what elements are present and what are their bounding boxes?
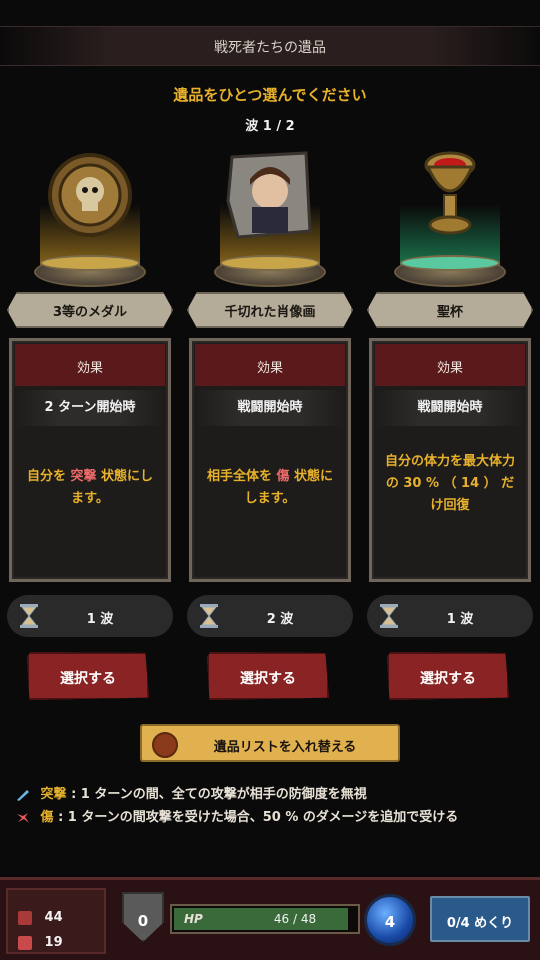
effect-description: 自分を 突撃 状態にします。	[24, 466, 156, 510]
glossary-term: 傷	[40, 810, 54, 825]
skull-medal-icon	[30, 145, 150, 287]
effect-trigger: 戦闘開始時	[195, 390, 345, 426]
page-title: 戦死者たちの遺品	[214, 40, 326, 56]
refresh-icon	[152, 732, 178, 758]
mana-value: 4	[384, 913, 396, 931]
hourglass-icon	[20, 604, 38, 628]
hp-bar: HP 46 / 48	[170, 904, 360, 934]
desc-pre: 自分を	[26, 469, 66, 484]
select-label: 選択する	[240, 671, 296, 687]
effect-trigger: 戦闘開始時	[375, 390, 525, 426]
wound-icon	[17, 812, 29, 823]
shield-value: 0	[137, 912, 149, 930]
duration-text: 2 波	[266, 612, 294, 627]
relic-name: 千切れた肖像画	[224, 305, 316, 320]
relic-column-2: 千切れた肖像画 効果 戦闘開始時 相手全体を 傷 状態にします。 2 波 選択す…	[185, 140, 355, 710]
attack-stat: 44	[18, 910, 63, 925]
effect-header: 効果	[375, 344, 525, 386]
hourglass-icon	[380, 604, 398, 628]
desc-pre: 相手全体を	[206, 469, 272, 484]
instruction-text: 遺品をひとつ選んでください	[173, 86, 367, 104]
duration-pill: 1 波	[367, 595, 533, 637]
desc-pre: 自分の体力を最大体力の 30 % （ 14 ） だけ回復	[384, 454, 515, 513]
relic-column-3: 聖杯 効果 戦闘開始時 自分の体力を最大体力の 30 % （ 14 ） だけ回復…	[365, 140, 535, 710]
defense-value: 19	[44, 935, 63, 950]
select-label: 選択する	[420, 671, 476, 687]
glossary-entry: 突撃 : 1 ターンの間、全ての攻撃が相手の防御度を無視	[16, 783, 367, 802]
glossary-text: : 1 ターンの間、全ての攻撃が相手の防御度を無視	[71, 787, 367, 802]
glossary-entry: 傷 : 1 ターンの間攻撃を受けた場合、50 % のダメージを追加で受ける	[16, 806, 458, 825]
select-button[interactable]: 選択する	[27, 652, 149, 700]
hp-label: HP	[184, 912, 203, 926]
hourglass-icon	[200, 604, 218, 628]
effect-label: 効果	[256, 361, 283, 376]
deck-flip-button[interactable]: 0/4 めくり	[430, 896, 530, 942]
effect-description: 自分の体力を最大体力の 30 % （ 14 ） だけ回復	[384, 451, 516, 517]
charge-icon	[17, 789, 29, 801]
sword-icon	[18, 910, 32, 925]
shield-small-icon	[18, 935, 32, 950]
effect-card: 効果 戦闘開始時 相手全体を 傷 状態にします。	[189, 338, 351, 582]
attack-value: 44	[44, 910, 63, 925]
effect-description: 相手全体を 傷 状態にします。	[204, 466, 336, 510]
wave-counter: 波 1 / 2	[245, 119, 295, 134]
select-label: 選択する	[60, 671, 116, 687]
status-bar: 44 19 0 HP 46 / 48 4 0/4 めくり	[0, 877, 540, 960]
effect-card: 効果 戦闘開始時 自分の体力を最大体力の 30 % （ 14 ） だけ回復	[369, 338, 531, 582]
relic-column-1: 3等のメダル 効果 2 ターン開始時 自分を 突撃 状態にします。 1 波 選択…	[5, 140, 175, 710]
select-button[interactable]: 選択する	[207, 652, 329, 700]
effect-trigger: 2 ターン開始時	[15, 390, 165, 426]
effect-label: 効果	[76, 361, 103, 376]
effect-card: 効果 2 ターン開始時 自分を 突撃 状態にします。	[9, 338, 171, 582]
holy-grail-icon	[390, 145, 510, 287]
torn-portrait-icon	[210, 145, 330, 287]
effect-header: 効果	[15, 344, 165, 386]
deck-label: 0/4 めくり	[446, 916, 514, 931]
shuffle-relics-button[interactable]: 遺品リストを入れ替える	[140, 724, 400, 762]
stat-panel: 44 19	[6, 888, 106, 954]
defense-stat: 19	[18, 935, 63, 950]
desc-keyword: 突撃	[70, 469, 97, 484]
relic-name: 3等のメダル	[52, 305, 128, 320]
duration-pill: 1 波	[7, 595, 173, 637]
relic-name: 聖杯	[436, 305, 463, 320]
duration-text: 1 波	[86, 612, 114, 627]
glossary-term: 突撃	[40, 787, 67, 802]
shuffle-label: 遺品リストを入れ替える	[213, 740, 357, 755]
glossary-text: : 1 ターンの間攻撃を受けた場合、50 % のダメージを追加で受ける	[58, 810, 459, 825]
select-button[interactable]: 選択する	[387, 652, 509, 700]
hp-value: 46 / 48	[273, 912, 317, 926]
header-banner: 戦死者たちの遺品	[0, 26, 540, 66]
duration-pill: 2 波	[187, 595, 353, 637]
duration-text: 1 波	[446, 612, 474, 627]
desc-keyword: 傷	[276, 469, 290, 484]
effect-header: 効果	[195, 344, 345, 386]
effect-label: 効果	[436, 361, 463, 376]
